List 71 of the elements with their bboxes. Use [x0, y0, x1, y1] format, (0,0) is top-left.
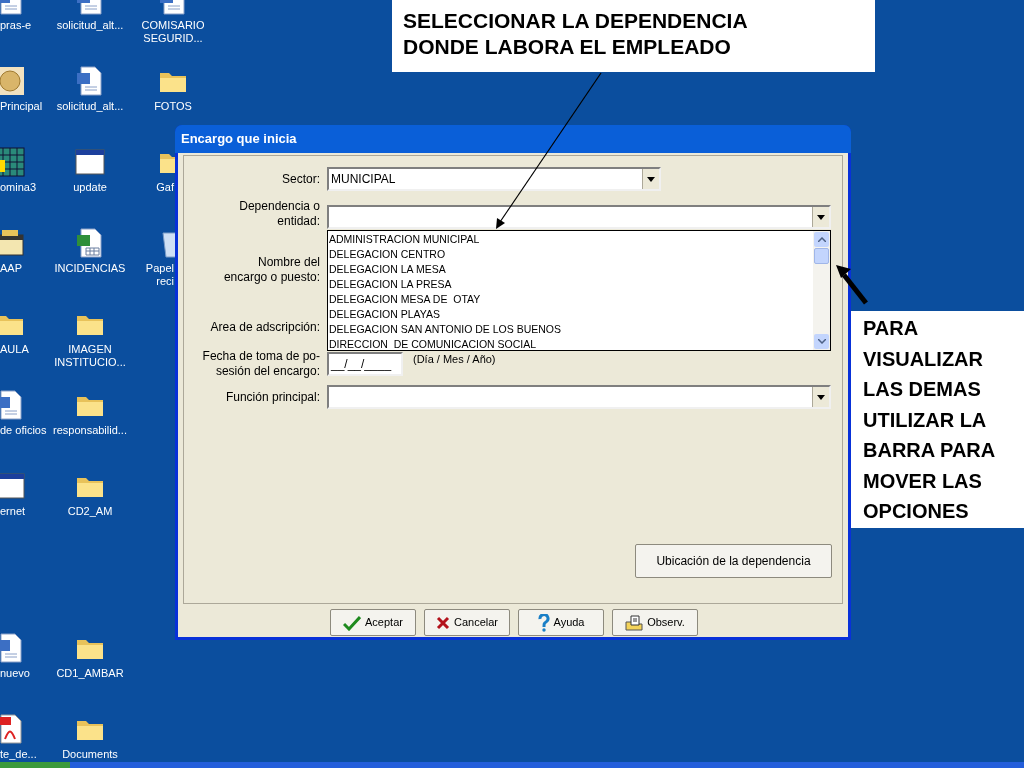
- window-icon: [74, 146, 106, 178]
- caret-icon: [647, 176, 655, 182]
- notes-button[interactable]: Observ.: [612, 609, 698, 636]
- icon-label[interactable]: ernet: [0, 505, 26, 518]
- application-icon: [0, 227, 26, 259]
- list-option[interactable]: ADMINISTRACION MUNICIPAL: [328, 232, 813, 247]
- list-option[interactable]: DELEGACION SAN ANTONIO DE LOS BUENOS: [328, 322, 813, 337]
- cancel-button[interactable]: Cancelar: [424, 609, 510, 636]
- caret-icon: [817, 394, 825, 400]
- window-title: Encargo que inicia: [181, 130, 297, 149]
- icon-label[interactable]: COMISARIO SEGURID...: [141, 19, 205, 45]
- icon-label[interactable]: Gaf: [156, 181, 174, 194]
- icon-label[interactable]: FOTOS: [154, 100, 192, 113]
- start-button[interactable]: [0, 762, 70, 768]
- help-button[interactable]: Ayuda: [518, 609, 604, 636]
- field-label: Función principal:: [224, 389, 320, 405]
- list-option[interactable]: DELEGACION PLAYAS: [328, 307, 813, 322]
- icon-label[interactable]: nuevo: [0, 667, 30, 680]
- up-chevron-icon: [817, 237, 826, 242]
- icon-label[interactable]: CD1_AMBAR: [56, 667, 124, 680]
- icon-label[interactable]: AAP: [0, 262, 22, 275]
- field-label: Area de adscripción:: [209, 320, 320, 335]
- icon-label[interactable]: pras-e: [0, 19, 32, 32]
- icon-label[interactable]: IMAGEN INSTITUCIO...: [54, 343, 126, 369]
- field-label: Fecha de toma de po- sesión del encargo:: [201, 349, 320, 379]
- icon-label[interactable]: update: [73, 181, 107, 194]
- question-mark-icon: [537, 613, 550, 632]
- scroll-down-button[interactable]: [814, 334, 829, 349]
- icon-label[interactable]: INCIDENCIAS: [54, 262, 126, 275]
- date-field[interactable]: __/__/____: [327, 352, 403, 376]
- list-option[interactable]: DELEGACION LA PRESA: [328, 277, 813, 292]
- sector-dropdown[interactable]: MUNICIPAL: [327, 167, 661, 191]
- icon-label[interactable]: solicitud_alt...: [56, 19, 124, 32]
- dropdown-arrow-button[interactable]: [642, 169, 659, 189]
- callout-text: PARA VISUALIZAR LAS DEMAS UTILIZAR LA BARRA PARA MOVER LAS OPCIONES: [863, 316, 996, 524]
- location-button[interactable]: Ubicación de la dependencia: [635, 544, 832, 578]
- icon-label[interactable]: responsabilid...: [53, 424, 127, 437]
- cross-icon: [436, 615, 450, 630]
- field-label: Nombre del encargo o puesto:: [222, 255, 320, 285]
- accept-button[interactable]: Aceptar: [330, 609, 416, 636]
- caret-icon: [817, 214, 825, 220]
- icon-label[interactable]: CD2_AM: [67, 505, 113, 518]
- list-option[interactable]: DELEGACION CENTRO: [328, 247, 813, 262]
- icon-label[interactable]: Papel reci: [145, 262, 174, 288]
- list-option[interactable]: DELEGACION MESA DE OTAY: [328, 292, 813, 307]
- scrollbar[interactable]: [813, 231, 830, 350]
- field-label: Sector:: [281, 171, 320, 187]
- callout-text: SELECCIONAR LA DEPENDENCIA DONDE LABORA EL EMPLEADO: [403, 8, 748, 60]
- date-format-hint: (Día / Mes / Año): [413, 352, 496, 367]
- scroll-thumb[interactable]: [814, 248, 829, 264]
- icon-label[interactable]: Documents: [62, 748, 118, 761]
- keypad-icon: [0, 146, 26, 178]
- scroll-up-button[interactable]: [814, 232, 829, 247]
- document-icon: [625, 614, 644, 631]
- dropdown-arrow-button[interactable]: [812, 207, 829, 227]
- dropdown-arrow-button[interactable]: [812, 387, 829, 407]
- pointer-arrow: [836, 265, 868, 305]
- icon-label[interactable]: Principal: [0, 100, 43, 113]
- list-option[interactable]: DELEGACION LA MESA: [328, 262, 813, 277]
- window-icon: [0, 470, 26, 502]
- field-label: Dependencia o entidad:: [238, 199, 320, 229]
- function-dropdown[interactable]: [327, 385, 831, 409]
- icon-label[interactable]: de oficios: [0, 424, 47, 437]
- down-chevron-icon: [817, 339, 826, 344]
- checkmark-icon: [343, 614, 362, 631]
- list-option[interactable]: DIRECCION DE COMUNICACION SOCIAL: [328, 337, 813, 352]
- icon-label[interactable]: omina3: [0, 181, 37, 194]
- dependency-dropdown[interactable]: [327, 205, 831, 229]
- icon-label[interactable]: te_de...: [0, 748, 37, 761]
- icon-label[interactable]: AULA: [0, 343, 29, 356]
- icon-label[interactable]: solicitud_alt...: [56, 100, 124, 113]
